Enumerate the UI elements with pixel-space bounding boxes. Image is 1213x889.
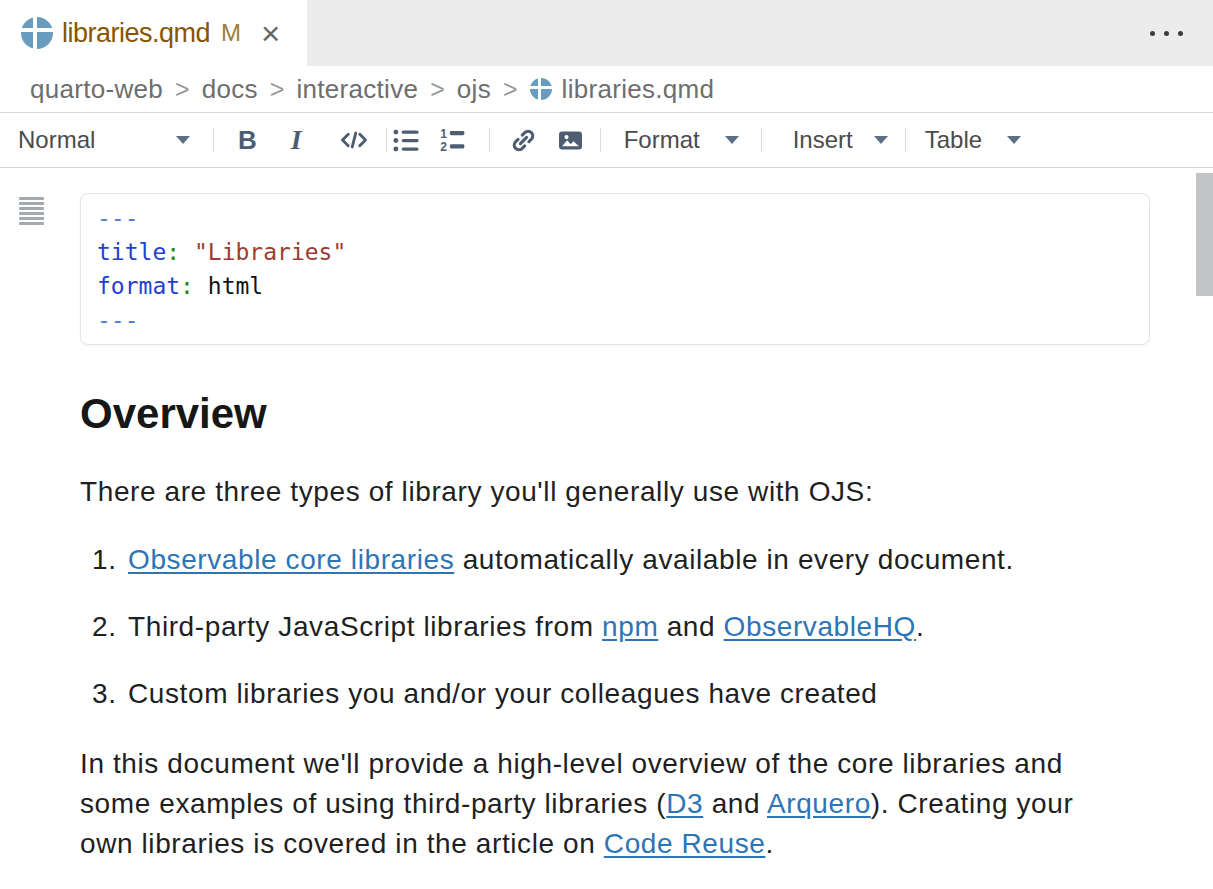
breadcrumb-separator: > <box>430 75 445 104</box>
tab-file-name: libraries.qmd <box>62 18 210 49</box>
image-icon <box>556 126 585 155</box>
editor-toolbar: Normal B I 1 2 <box>0 113 1213 168</box>
breadcrumb-separator: > <box>503 75 518 104</box>
list-item-text: Third-party JavaScript libraries from np… <box>128 607 924 647</box>
link[interactable]: Observable core libraries <box>128 544 454 575</box>
numbered-list-button[interactable]: 1 2 <box>439 126 468 155</box>
list-number: 2. <box>92 607 128 647</box>
outro-paragraph: In this document we'll provide a high-le… <box>80 744 1150 864</box>
breadcrumb-item-file[interactable]: libraries.qmd <box>562 74 715 105</box>
svg-text:2: 2 <box>440 140 447 154</box>
text-run: and <box>658 611 723 642</box>
chevron-down-icon <box>725 136 739 144</box>
breadcrumb: quarto-web > docs > interactive > ojs > librarie… <box>0 66 1213 113</box>
link-button[interactable] <box>509 126 538 155</box>
block-drag-handle-icon[interactable] <box>19 197 44 225</box>
yaml-line: format: html <box>97 269 1133 303</box>
list-item: 2.Third-party JavaScript libraries from … <box>80 607 1150 647</box>
text-run: Third-party JavaScript libraries from <box>128 611 602 642</box>
text-run: and <box>703 788 767 819</box>
chevron-down-icon <box>874 136 888 144</box>
image-button[interactable] <box>556 126 585 155</box>
more-actions-icon[interactable] <box>1150 31 1183 36</box>
heading-overview: Overview <box>80 390 1150 438</box>
bullet-list-button[interactable] <box>392 126 421 155</box>
bullet-list-icon <box>392 126 421 155</box>
link[interactable]: ObservableHQ <box>724 611 916 642</box>
link-icon <box>509 126 538 155</box>
quarto-logo-icon <box>530 78 552 100</box>
code-button[interactable] <box>339 126 369 154</box>
text-run: ). Creating your <box>871 788 1074 819</box>
text-run: some examples of using third-party libra… <box>80 788 666 819</box>
close-icon[interactable]: × <box>261 17 280 50</box>
chevron-down-icon <box>1007 136 1021 144</box>
breadcrumb-item[interactable]: interactive <box>296 74 418 105</box>
toolbar-divider <box>489 128 490 152</box>
link[interactable]: Code Reuse <box>604 828 766 859</box>
toolbar-divider <box>213 128 214 152</box>
toolbar-divider <box>905 128 906 152</box>
intro-paragraph: There are three types of library you'll … <box>80 472 1150 512</box>
yaml-line: title: "Libraries" <box>97 235 1133 269</box>
bold-button[interactable]: B <box>238 125 257 156</box>
text-run: . <box>765 828 773 859</box>
text-run: . <box>916 611 924 642</box>
format-menu[interactable]: Format <box>624 126 739 154</box>
table-menu[interactable]: Table <box>925 126 1021 154</box>
insert-menu[interactable]: Insert <box>793 126 888 154</box>
list-number: 1. <box>92 540 128 580</box>
list-item: 3.Custom libraries you and/or your colle… <box>80 674 1150 714</box>
breadcrumb-item[interactable]: ojs <box>457 74 491 105</box>
list-item-text: Observable core libraries automatically … <box>128 540 1014 580</box>
yaml-front-matter-block[interactable]: ---title: "Libraries"format: html--- <box>80 193 1150 345</box>
toolbar-divider <box>386 128 387 152</box>
svg-text:1: 1 <box>440 127 447 141</box>
code-icon <box>339 126 369 154</box>
breadcrumb-separator: > <box>175 75 190 104</box>
chevron-down-icon <box>176 136 190 144</box>
text-run: own libraries is covered in the article … <box>80 828 604 859</box>
breadcrumb-separator: > <box>270 75 285 104</box>
git-modified-badge: M <box>221 19 241 47</box>
editor-content: ---title: "Libraries"format: html--- Ove… <box>0 168 1213 889</box>
text-run: In this document we'll provide a high-le… <box>80 748 1063 779</box>
text-run: Custom libraries you and/or your colleag… <box>128 678 878 709</box>
tab-libraries-qmd[interactable]: libraries.qmd M × <box>0 0 307 66</box>
scrollbar-thumb[interactable] <box>1196 173 1213 296</box>
italic-button[interactable]: I <box>291 124 302 156</box>
yaml-line: --- <box>97 201 1133 235</box>
list-number: 3. <box>92 674 128 714</box>
yaml-line: --- <box>97 303 1133 337</box>
list-item: 1.Observable core libraries automaticall… <box>80 540 1150 580</box>
link[interactable]: Arquero <box>767 788 871 819</box>
breadcrumb-item[interactable]: quarto-web <box>30 74 163 105</box>
quarto-logo-icon <box>21 17 53 49</box>
text-run: automatically available in every documen… <box>454 544 1014 575</box>
breadcrumb-item[interactable]: docs <box>202 74 258 105</box>
numbered-list-icon: 1 2 <box>439 126 468 155</box>
link[interactable]: D3 <box>666 788 703 819</box>
link[interactable]: npm <box>602 611 658 642</box>
list-item-text: Custom libraries you and/or your colleag… <box>128 674 878 714</box>
toolbar-divider <box>600 128 601 152</box>
tab-bar: libraries.qmd M × <box>0 0 1213 66</box>
toolbar-divider <box>761 128 762 152</box>
numbered-list: 1.Observable core libraries automaticall… <box>80 540 1150 714</box>
paragraph-style-select[interactable]: Normal <box>18 126 190 154</box>
